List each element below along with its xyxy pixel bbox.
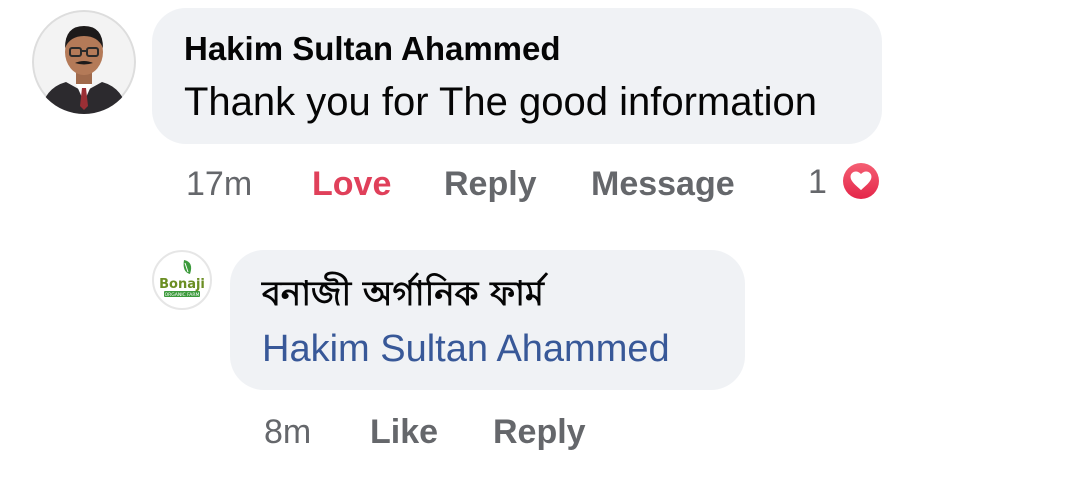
comment-timestamp[interactable]: 17m — [186, 165, 252, 204]
reply-button[interactable]: Reply — [444, 165, 537, 204]
reply-reply-button[interactable]: Reply — [493, 413, 586, 452]
comment-author[interactable]: Hakim Sultan Ahammed — [184, 30, 561, 68]
bonaji-logo-icon: Bonaji ORGANIC FARM — [155, 253, 209, 307]
svg-text:Bonaji: Bonaji — [159, 277, 205, 292]
reply-avatar[interactable]: Bonaji ORGANIC FARM — [152, 250, 212, 310]
reaction-count[interactable]: 1 — [808, 163, 827, 202]
heart-icon — [850, 171, 872, 191]
comment-text: Thank you for The good information — [184, 80, 817, 124]
love-button[interactable]: Love — [312, 165, 391, 204]
message-button[interactable]: Message — [591, 165, 735, 204]
reply-timestamp[interactable]: 8m — [264, 413, 311, 452]
like-button[interactable]: Like — [370, 413, 438, 452]
svg-text:ORGANIC FARM: ORGANIC FARM — [165, 292, 200, 298]
comment-thread: Hakim Sultan Ahammed Thank you for The g… — [0, 0, 1080, 482]
mention-link[interactable]: Hakim Sultan Ahammed — [262, 328, 670, 371]
profile-photo-icon — [32, 10, 136, 114]
avatar[interactable] — [32, 10, 136, 114]
reply-author[interactable]: বনাজী অর্গানিক ফার্ম — [262, 268, 544, 325]
reaction-badge[interactable] — [840, 160, 882, 202]
